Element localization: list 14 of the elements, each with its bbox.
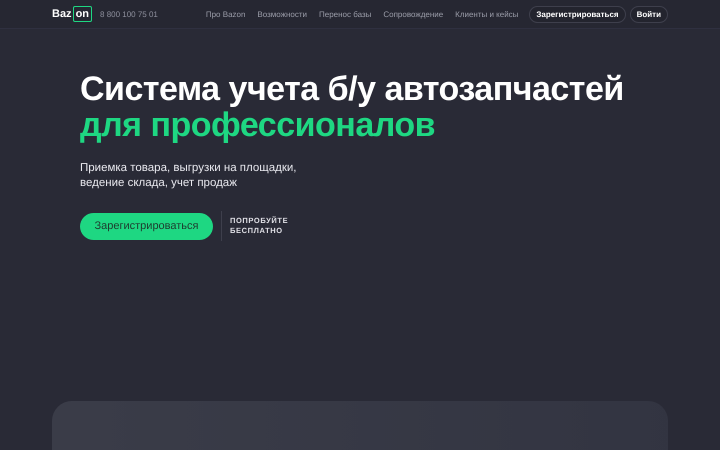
- nav-link[interactable]: Клиенты и кейсы: [455, 10, 518, 18]
- nav-link[interactable]: Сопровождение: [383, 10, 444, 18]
- hero-subtitle: Приемка товара, выгрузки на площадки, ведение склада, учет продаж: [80, 161, 298, 191]
- register-button[interactable]: Зарегистрироваться: [529, 6, 626, 22]
- login-button[interactable]: Войти: [630, 6, 668, 22]
- nav-link[interactable]: Возможности: [257, 10, 307, 18]
- nav-link[interactable]: Про Bazon: [206, 10, 246, 18]
- nav-link[interactable]: Перенос базы: [319, 10, 372, 18]
- hero-title-accent: для профессионалов: [80, 106, 436, 144]
- register-button[interactable]: Зарегистрироваться: [80, 212, 213, 240]
- phone-number: 8 800 100 75 01: [100, 10, 158, 18]
- logo-badge: on: [72, 6, 92, 22]
- logo-text: Baz: [52, 8, 72, 20]
- hero-title: Система учета б/у автозапчастей: [80, 70, 624, 108]
